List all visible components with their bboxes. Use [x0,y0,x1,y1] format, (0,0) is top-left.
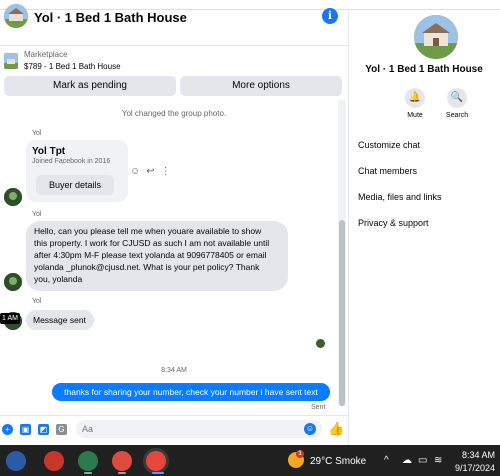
running-indicator [118,472,126,474]
clock-time[interactable]: 8:34 AM [455,450,495,460]
listing-title[interactable]: $789 - 1 Bed 1 Bath House [24,62,121,71]
more-options-button[interactable]: More options [180,76,342,96]
chrome-icon[interactable] [146,451,166,471]
media-files-links-item[interactable]: Media, files and links [358,192,442,202]
gif-icon[interactable]: G [56,424,67,435]
sender-name: Yol [32,298,42,305]
chat-members-item[interactable]: Chat members [358,166,417,176]
running-indicator [84,472,92,474]
message-bubble[interactable]: Message sent [26,310,94,330]
thumbs-up-icon[interactable]: 👍 [328,421,344,437]
browser-top-strip [0,0,500,10]
privacy-support-item[interactable]: Privacy & support [358,218,429,228]
marketplace-label: Marketplace [24,50,68,59]
message-actions: ☺ ↩ ⋮ [130,166,177,177]
my-message-bubble[interactable]: thanks for sharing your number, check yo… [52,383,330,401]
weather-badge: 1 [296,450,304,458]
more-icon[interactable]: ⋮ [161,166,171,177]
mark-as-pending-button[interactable]: Mark as pending [4,76,176,96]
info-icon[interactable]: i [322,8,338,24]
app-icon[interactable] [78,451,98,471]
clock-date[interactable]: 9/17/2024 [447,463,495,473]
sender-name: Yol [32,211,42,218]
emoji-icon[interactable]: ☺ [304,423,316,435]
weather-text[interactable]: 29°C Smoke [310,456,366,467]
message-status: Sent [311,404,326,411]
image-icon[interactable]: ▣ [20,424,31,435]
chat-avatar[interactable] [4,4,28,28]
read-receipt-avatar [316,339,325,348]
profile-card-joined: Joined Facebook in 2016 [32,158,111,165]
sender-name: Yol [32,130,42,137]
sender-avatar[interactable] [4,188,22,206]
buyer-details-button[interactable]: Buyer details [36,175,114,195]
group-photo[interactable] [414,15,458,59]
listing-thumbnail[interactable] [4,53,18,69]
battery-icon[interactable]: ▭ [418,455,427,466]
chat-title[interactable]: Yol · 1 Bed 1 Bath House [34,10,187,25]
panel-title: Yol · 1 Bed 1 Bath House [365,64,483,75]
bell-icon[interactable]: 🔔 [405,88,425,108]
active-indicator [152,472,164,474]
search-label: Search [445,112,469,119]
system-message: Yol changed the group photo. [121,109,227,118]
message-bubble[interactable]: Hello, can you please tell me when youar… [26,221,288,291]
react-icon[interactable]: ☺ [130,166,140,177]
message-input[interactable] [76,420,322,438]
cloud-icon[interactable]: ☁ [402,455,412,466]
sender-avatar[interactable] [4,273,22,291]
app-icon[interactable] [6,451,26,471]
plus-icon[interactable]: + [2,424,13,435]
chrome-icon[interactable] [112,451,132,471]
sticker-icon[interactable]: ◩ [38,424,49,435]
mute-label: Mute [407,112,423,119]
scrollbar-thumb[interactable] [339,220,345,406]
reply-icon[interactable]: ↩ [146,166,154,177]
hover-timestamp: 1 AM [0,313,20,324]
app-icon[interactable] [44,451,64,471]
wifi-icon[interactable]: ≋ [434,455,442,466]
profile-card-name: Yol Tpt [32,146,66,157]
time-divider: 8:34 AM [161,367,187,374]
customize-chat-item[interactable]: Customize chat [358,140,420,150]
chevron-up-icon[interactable]: ^ [384,455,389,466]
search-icon[interactable]: 🔍 [447,88,467,108]
